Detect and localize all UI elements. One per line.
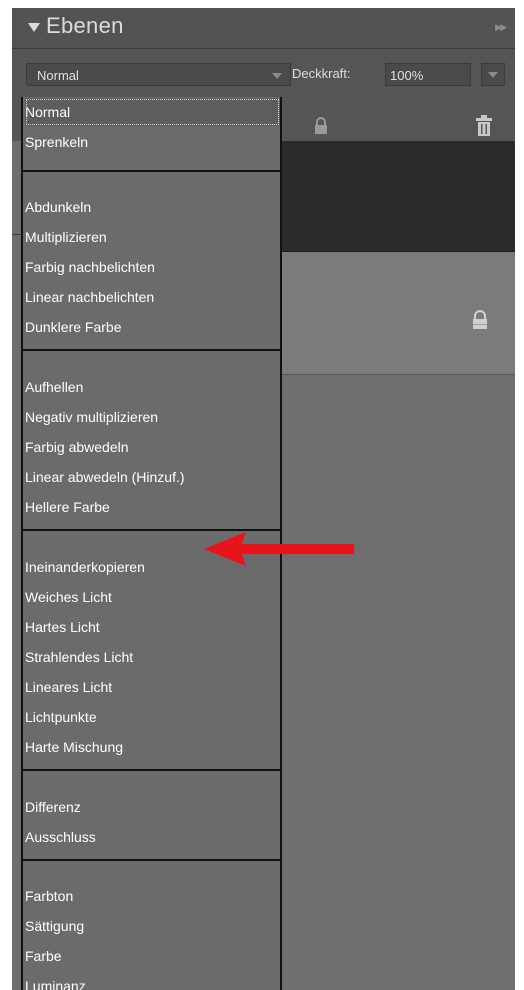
blend-mode-item[interactable]: Multiplizieren — [25, 223, 280, 251]
blend-mode-item[interactable]: Ausschluss — [25, 823, 280, 851]
blend-mode-item[interactable]: Farbton — [25, 882, 280, 910]
lock-icon — [473, 310, 487, 329]
blend-mode-item[interactable]: Farbig abwedeln — [25, 433, 280, 461]
menu-separator — [23, 170, 280, 172]
blend-mode-select[interactable]: Normal — [26, 63, 291, 86]
blend-mode-item[interactable]: Hartes Licht — [25, 613, 280, 641]
panel-title: Ebenen — [46, 13, 124, 38]
blend-mode-item[interactable]: Linear abwedeln (Hinzuf.) — [25, 463, 280, 491]
blend-mode-item[interactable]: Sprenkeln — [25, 128, 280, 156]
blend-mode-item[interactable]: Farbig nachbelichten — [25, 253, 280, 281]
blend-mode-item[interactable]: Harte Mischung — [25, 733, 280, 761]
blend-mode-item[interactable]: Aufhellen — [25, 373, 280, 401]
blend-mode-item[interactable]: Weiches Licht — [25, 583, 280, 611]
blend-mode-item[interactable]: Linear nachbelichten — [25, 283, 280, 311]
panel-menu-chevrons-icon[interactable]: ▶▶ — [495, 22, 507, 33]
layer-row-background[interactable] — [280, 252, 515, 375]
blend-mode-item[interactable]: Negativ multiplizieren — [25, 403, 280, 431]
red-arrow-icon — [204, 532, 354, 566]
opacity-dropdown-button[interactable] — [481, 63, 505, 86]
screenshot-page: Ebenen ▶▶ Normal Deckkraft: 100% Normal … — [0, 0, 524, 990]
opacity-label: Deckkraft: — [292, 66, 351, 81]
lock-icon[interactable] — [312, 117, 330, 135]
blend-mode-select-value: Normal — [37, 68, 79, 83]
chevron-down-icon — [272, 73, 282, 79]
opacity-value: 100% — [390, 68, 424, 83]
collapse-triangle-icon[interactable] — [28, 23, 40, 32]
blend-mode-item[interactable]: Farbe — [25, 942, 280, 970]
menu-separator — [23, 769, 280, 771]
layers-panel: Ebenen ▶▶ Normal Deckkraft: 100% Normal … — [12, 8, 515, 990]
blend-mode-item[interactable]: Strahlendes Licht — [25, 643, 280, 671]
blend-mode-item[interactable]: Normal — [25, 98, 280, 126]
blend-mode-item[interactable]: Lichtpunkte — [25, 703, 280, 731]
menu-separator — [23, 349, 280, 351]
blend-mode-item[interactable]: Hellere Farbe — [25, 493, 280, 521]
blend-mode-item[interactable]: Dunklere Farbe — [25, 313, 280, 341]
layer-row-top[interactable] — [280, 141, 515, 252]
menu-separator — [23, 859, 280, 861]
opacity-input[interactable]: 100% — [385, 63, 471, 86]
trash-icon[interactable] — [474, 115, 494, 137]
blend-mode-item[interactable]: Differenz — [25, 793, 280, 821]
blend-mode-item[interactable]: Sättigung — [25, 912, 280, 940]
blend-mode-item[interactable]: Luminanz — [25, 972, 280, 990]
panel-header[interactable]: Ebenen ▶▶ — [12, 8, 515, 49]
blend-mode-item[interactable]: Abdunkeln — [25, 193, 280, 221]
blend-mode-item[interactable]: Lineares Licht — [25, 673, 280, 701]
